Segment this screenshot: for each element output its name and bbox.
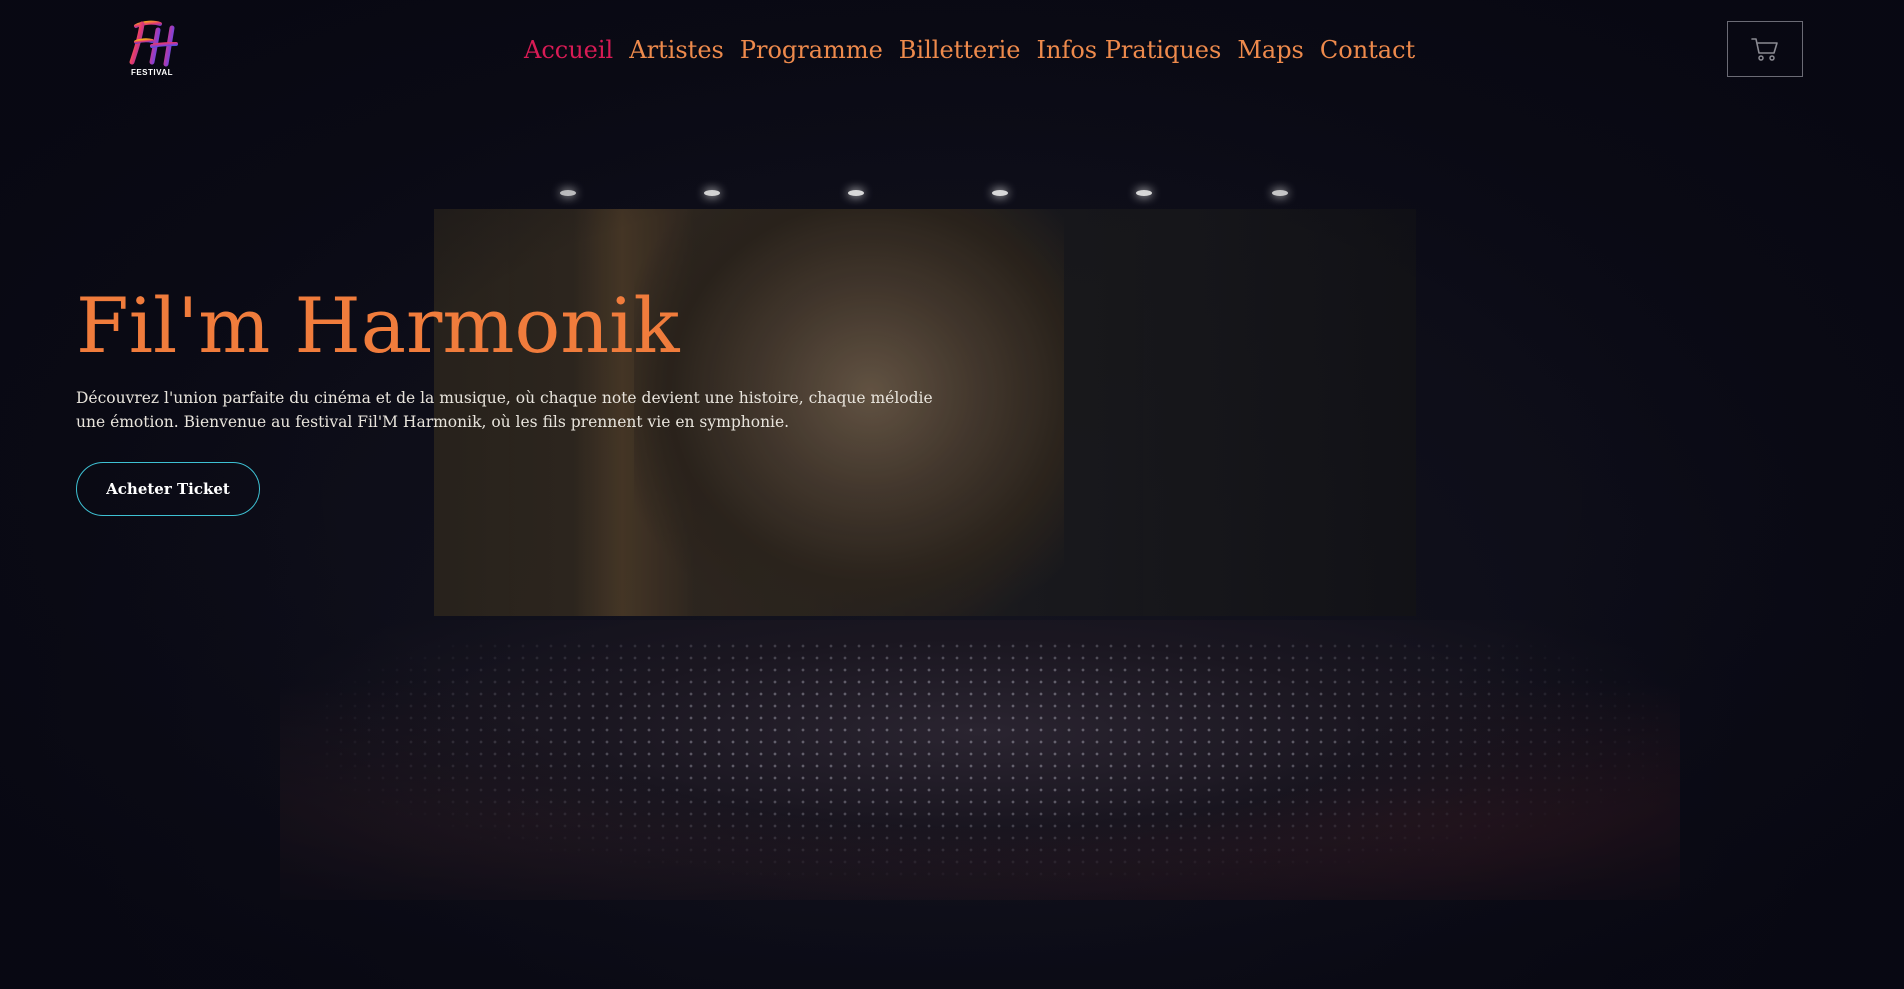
nav-item-programme[interactable]: Programme (740, 36, 883, 64)
nav-item-contact[interactable]: Contact (1320, 36, 1415, 64)
hero-description: Découvrez l'union parfaite du cinéma et … (76, 389, 933, 431)
site-header: FESTIVAL Accueil Artistes Programme Bill… (0, 0, 1904, 100)
hero-background (0, 0, 1904, 989)
nav-item-billetterie[interactable]: Billetterie (899, 36, 1021, 64)
nav-item-accueil[interactable]: Accueil (524, 36, 613, 64)
nav-item-artistes[interactable]: Artistes (629, 36, 724, 64)
fh-logo-icon (129, 20, 178, 67)
nav-item-infos-pratiques[interactable]: Infos Pratiques (1037, 36, 1222, 64)
hero-title: Fil'm Harmonik (76, 281, 680, 370)
main-nav: Accueil Artistes Programme Billetterie I… (524, 30, 1415, 70)
hero-overlay (0, 0, 1904, 989)
nav-item-maps[interactable]: Maps (1237, 36, 1304, 64)
logo-text: FESTIVAL (130, 68, 174, 77)
festival-logo[interactable]: FESTIVAL (124, 18, 180, 80)
buy-ticket-button[interactable]: Acheter Ticket (76, 462, 260, 516)
cart-button[interactable] (1727, 21, 1803, 77)
cart-icon (1751, 38, 1778, 61)
